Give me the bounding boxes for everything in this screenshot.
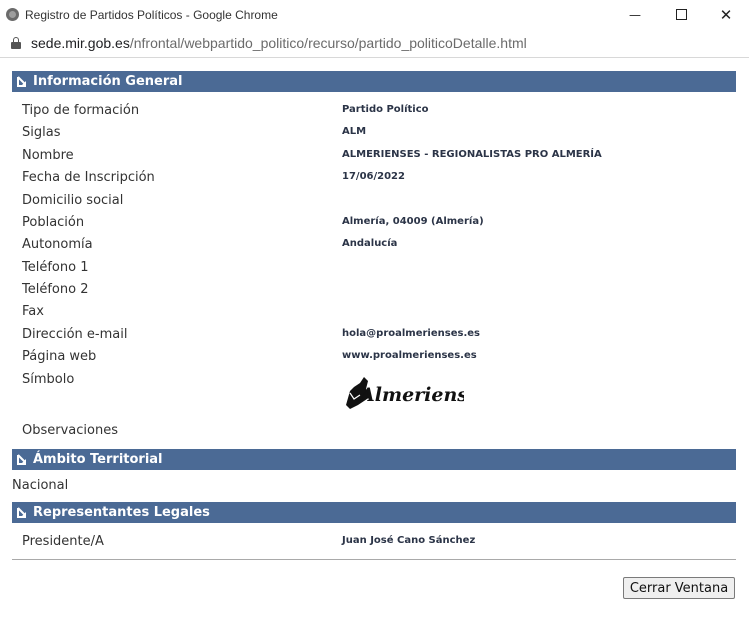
label-telefono2: Teléfono 2: [22, 282, 89, 297]
value-fecha: 17/06/2022: [342, 171, 405, 182]
party-logo: Almerienses: [342, 371, 491, 413]
label-siglas: Siglas: [22, 125, 61, 140]
maximize-button[interactable]: [658, 0, 704, 29]
value-web: www.proalmerienses.es: [342, 350, 477, 361]
label-fax: Fax: [22, 304, 44, 319]
section-header-general: Información General: [12, 71, 736, 92]
arrow-down-right-icon: [16, 453, 28, 466]
label-domicilio: Domicilio social: [22, 193, 124, 208]
section-title: Ámbito Territorial: [33, 452, 163, 467]
minimize-icon: —: [629, 7, 641, 22]
ambito-value: Nacional: [12, 478, 69, 493]
value-poblacion: Almería, 04009 (Almería): [342, 216, 484, 227]
section-title: Representantes Legales: [33, 505, 210, 520]
value-autonomia: Andalucía: [342, 238, 398, 249]
arrow-down-right-icon: [16, 75, 28, 88]
section-title: Información General: [33, 74, 183, 89]
label-nombre: Nombre: [22, 148, 74, 163]
value-presidente: Juan José Cano Sánchez: [342, 535, 476, 546]
label-fecha: Fecha de Inscripción: [22, 170, 155, 185]
value-nombre: ALMERIENSES - REGIONALISTAS PRO ALMERÍA: [342, 149, 602, 160]
label-poblacion: Población: [22, 215, 85, 230]
label-telefono1: Teléfono 1: [22, 260, 89, 275]
section-header-ambito: Ámbito Territorial: [12, 449, 736, 470]
section-header-representantes: Representantes Legales: [12, 502, 736, 523]
globe-icon: [6, 8, 19, 21]
label-simbolo: Símbolo: [22, 372, 75, 387]
cerrar-ventana-button[interactable]: Cerrar Ventana: [623, 577, 735, 599]
address-bar[interactable]: sede.mir.gob.es/nfrontal/webpartido_poli…: [0, 29, 749, 58]
maximize-icon: [675, 9, 687, 20]
label-tipo: Tipo de formación: [22, 103, 140, 118]
label-presidente: Presidente/A: [22, 534, 104, 549]
label-email: Dirección e-mail: [22, 327, 128, 342]
window-title: Registro de Partidos Políticos - Google …: [25, 7, 278, 22]
lock-icon: [11, 37, 21, 49]
minimize-button[interactable]: —: [612, 0, 658, 29]
value-email: hola@proalmerienses.es: [342, 328, 480, 339]
logo-text: Almerienses: [358, 384, 464, 406]
label-autonomia: Autonomía: [22, 237, 93, 252]
value-tipo: Partido Político: [342, 104, 429, 115]
label-observaciones: Observaciones: [22, 423, 118, 438]
close-icon: ✕: [719, 5, 733, 24]
url-host: sede.mir.gob.es: [31, 35, 130, 51]
close-window-button[interactable]: ✕: [703, 0, 749, 29]
label-web: Página web: [22, 349, 97, 364]
divider: [12, 559, 736, 560]
url-path: /nfrontal/webpartido_politico/recurso/pa…: [129, 35, 527, 51]
value-siglas: ALM: [342, 126, 367, 137]
arrow-down-right-icon: [16, 506, 28, 519]
